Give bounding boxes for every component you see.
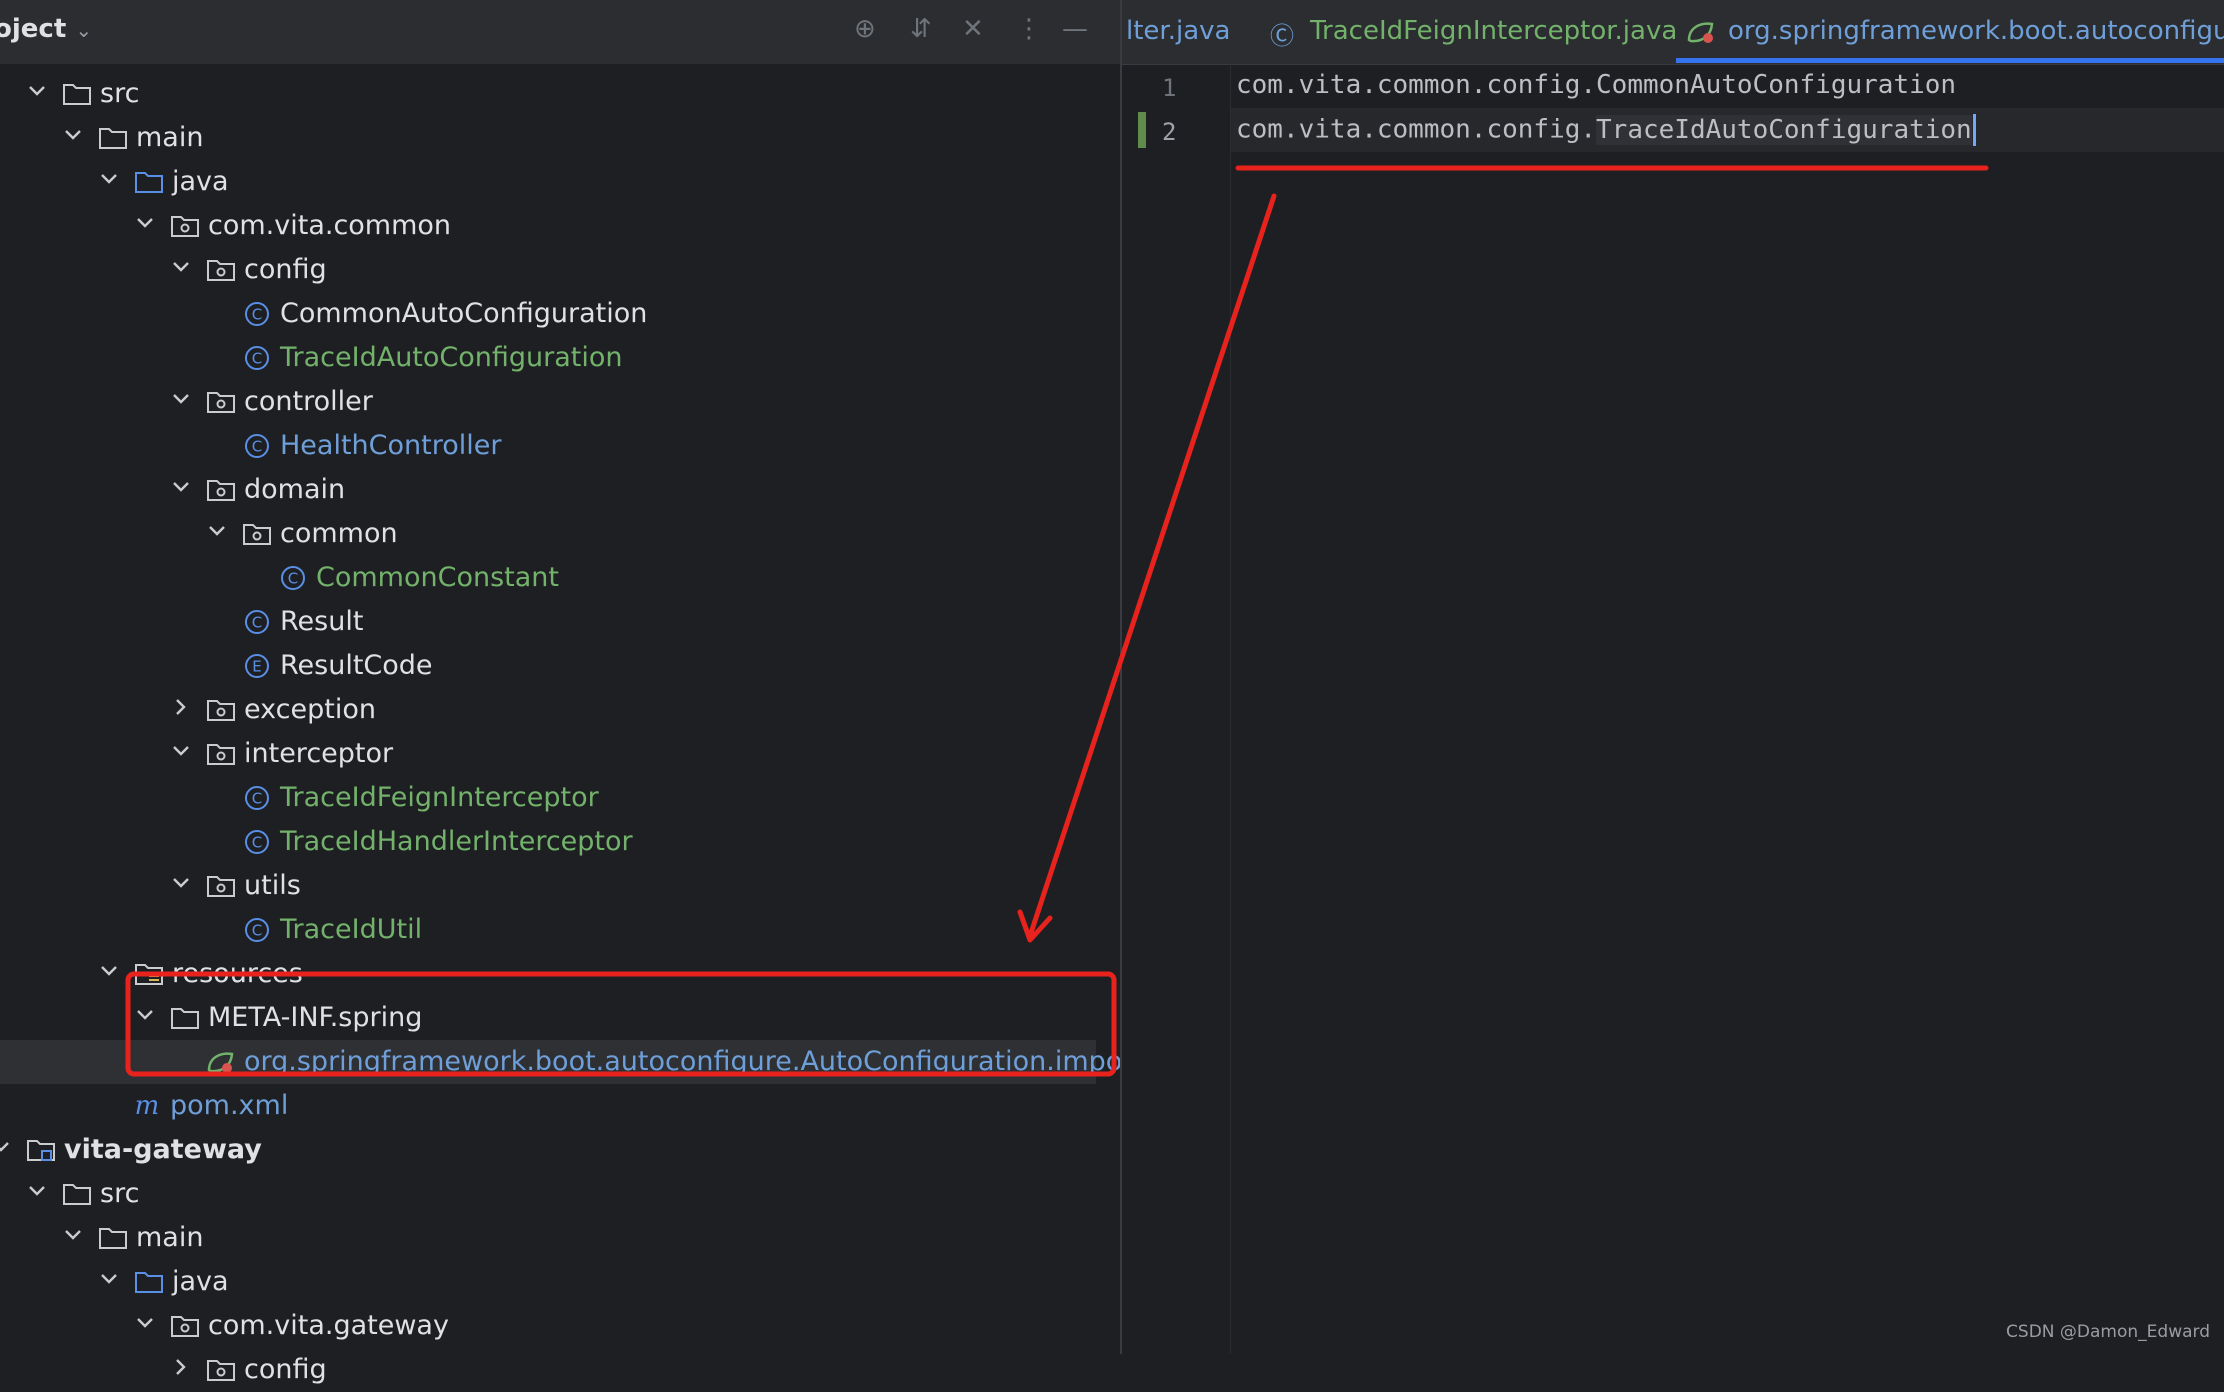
package-icon bbox=[206, 1356, 236, 1384]
tree-row-label: config bbox=[244, 1354, 327, 1385]
tree-row[interactable]: config bbox=[0, 1348, 1120, 1392]
annotation-arrow-shaft bbox=[1027, 193, 1277, 939]
red-annotation-overlay bbox=[125, 165, 1989, 1077]
annotation-highlight-box bbox=[125, 971, 1117, 1077]
chevron-right-icon[interactable] bbox=[170, 1356, 192, 1378]
watermark: CSDN @Damon_Edward bbox=[2006, 1322, 2210, 1342]
